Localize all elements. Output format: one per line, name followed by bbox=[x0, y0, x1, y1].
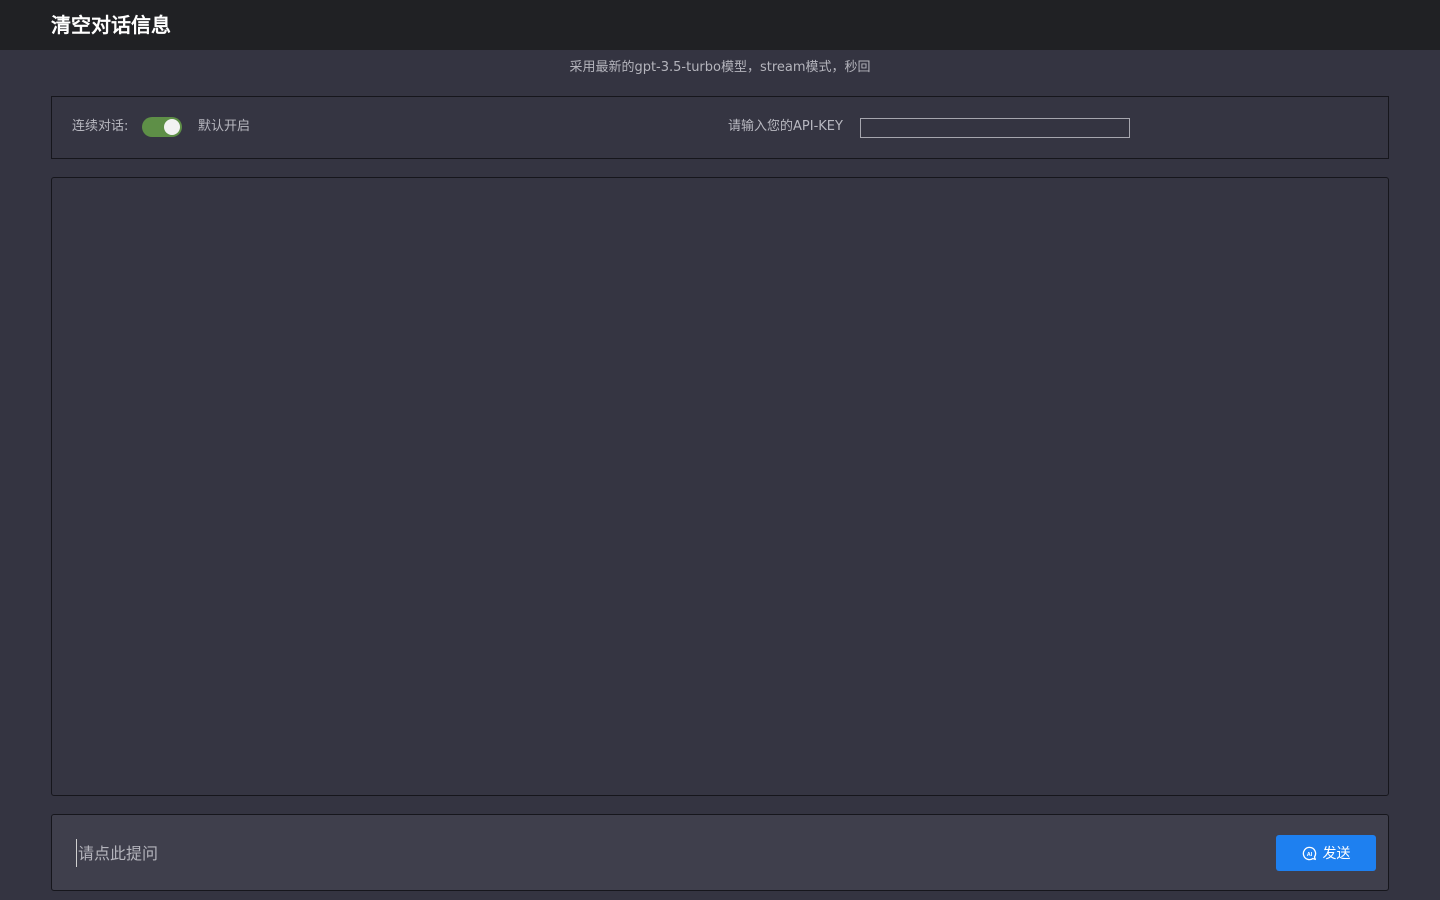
toggle-knob bbox=[164, 119, 180, 135]
api-key-label: 请输入您的API-KEY bbox=[728, 119, 843, 134]
ai-chat-icon: AI bbox=[1302, 846, 1316, 860]
send-button[interactable]: AI 发送 bbox=[1276, 835, 1376, 871]
api-key-input[interactable] bbox=[860, 118, 1130, 138]
question-input[interactable] bbox=[76, 839, 1230, 867]
composer-panel: AI 发送 bbox=[51, 814, 1389, 891]
clear-conversation-button[interactable]: 清空对话信息 bbox=[51, 12, 171, 38]
continuous-dialog-toggle[interactable] bbox=[142, 117, 182, 137]
default-on-label: 默认开启 bbox=[198, 119, 251, 134]
settings-panel: 连续对话: 默认开启 请输入您的API-KEY bbox=[51, 96, 1389, 159]
svg-text:AI: AI bbox=[1306, 852, 1312, 858]
model-description: 采用最新的gpt-3.5-turbo模型，stream模式，秒回 bbox=[569, 60, 871, 75]
send-label: 发送 bbox=[1322, 846, 1351, 862]
top-bar: 清空对话信息 bbox=[0, 0, 1440, 50]
chat-messages-area bbox=[51, 177, 1389, 796]
continuous-dialog-label: 连续对话: bbox=[72, 119, 129, 134]
